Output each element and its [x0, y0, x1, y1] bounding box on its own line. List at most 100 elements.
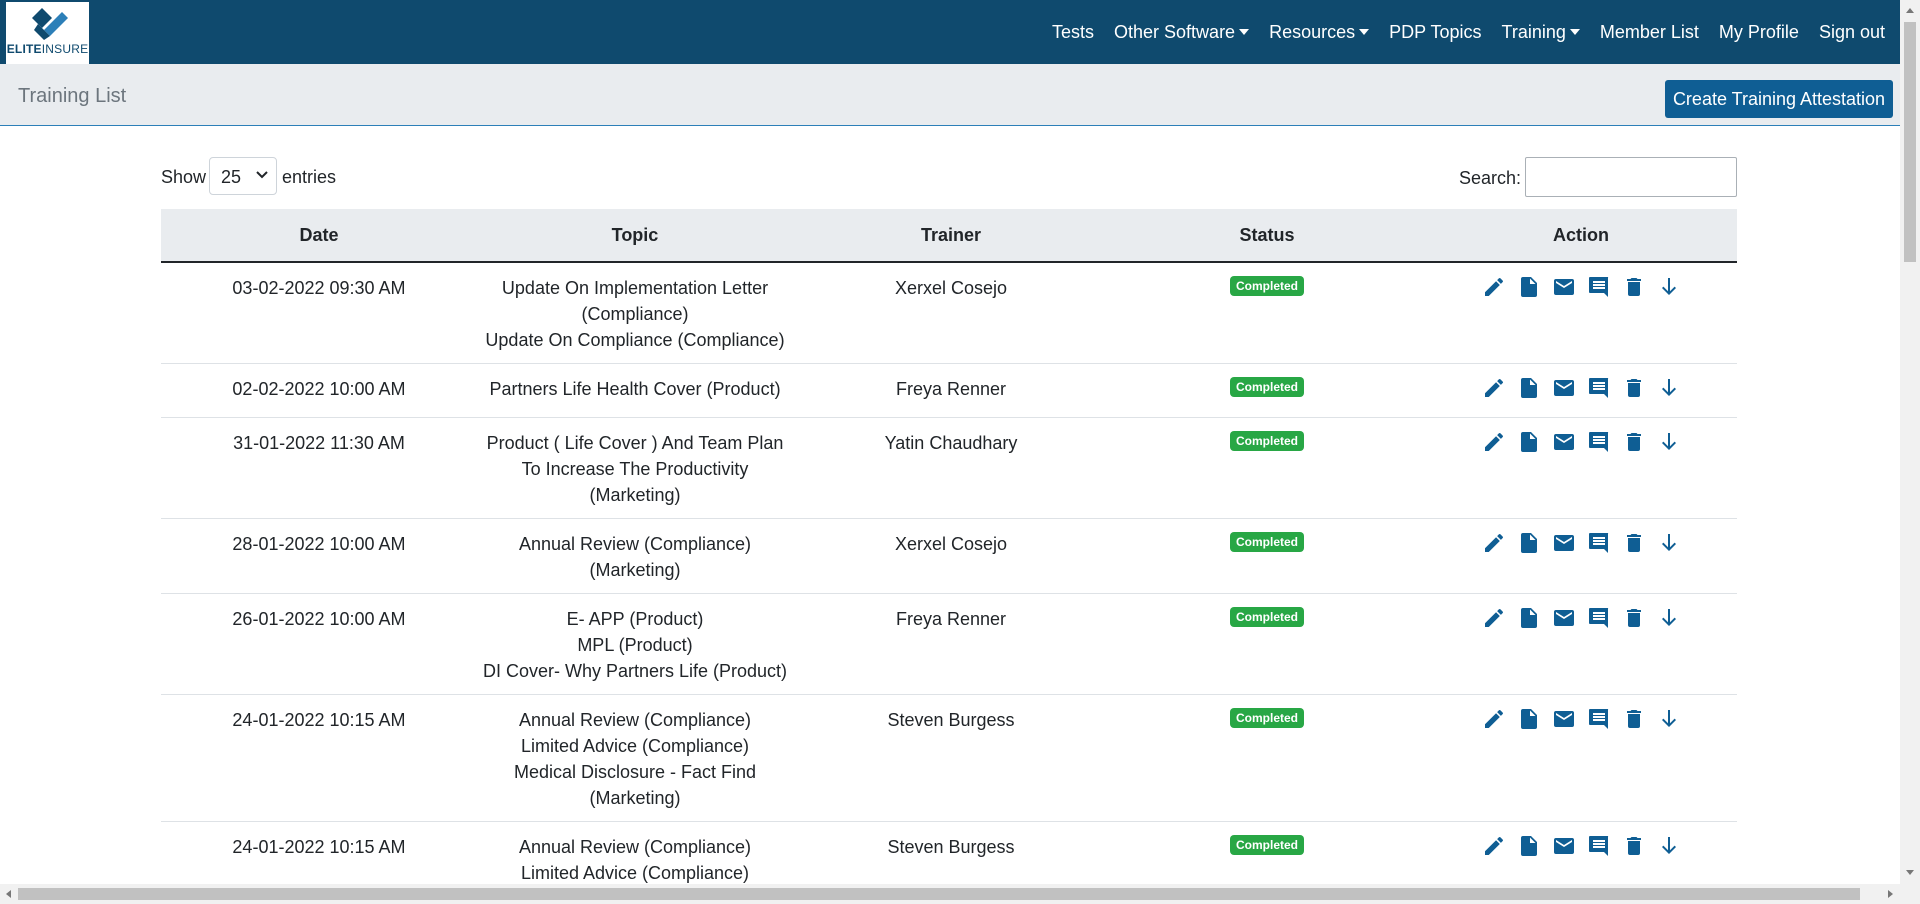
scroll-down-arrow-icon[interactable] [1906, 870, 1914, 875]
vertical-scroll-thumb[interactable] [1904, 22, 1916, 262]
cell-date: 31-01-2022 11:30 AM [161, 417, 477, 519]
edit-icon[interactable] [1482, 707, 1506, 731]
status-badge: Completed [1229, 835, 1304, 855]
edit-icon[interactable] [1482, 531, 1506, 555]
column-header-trainer[interactable]: Trainer [793, 209, 1109, 263]
document-icon[interactable] [1517, 707, 1541, 731]
edit-icon[interactable] [1482, 275, 1506, 299]
nav-item-label: Member List [1599, 21, 1699, 42]
cell-topic: Annual Review (Compliance) Limited Advice… [477, 694, 793, 822]
column-header-topic[interactable]: Topic [477, 209, 793, 263]
download-icon[interactable] [1657, 834, 1681, 858]
topic-line: (Marketing) [589, 485, 681, 505]
table-header-row: Date Topic Trainer Status Action [161, 209, 1737, 263]
edit-icon[interactable] [1482, 376, 1506, 400]
column-header-action: Action [1425, 209, 1737, 263]
email-icon[interactable] [1552, 606, 1576, 630]
nav-item-tests[interactable]: Tests [1052, 22, 1094, 43]
column-header-date[interactable]: Date [161, 209, 477, 263]
document-icon[interactable] [1517, 376, 1541, 400]
scroll-left-arrow-icon[interactable] [6, 890, 11, 898]
topic-line: MPL (Product) [577, 635, 693, 655]
nav-item-member-list[interactable]: Member List [1600, 22, 1699, 43]
topic-line: Limited Advice (Compliance) [520, 863, 750, 883]
delete-icon[interactable] [1622, 376, 1646, 400]
comment-icon[interactable] [1587, 376, 1611, 400]
nav-item-resources[interactable]: Resources [1269, 22, 1370, 43]
nav-menu: Tests Other Software Resources PDP Topics Tr… [1032, 0, 1885, 64]
scroll-right-arrow-icon[interactable] [1888, 890, 1893, 898]
edit-icon[interactable] [1482, 430, 1506, 454]
topic-line: (Compliance) [581, 304, 689, 324]
brand-logo[interactable]: ELITEINSURE [6, 2, 89, 64]
nav-item-my-profile[interactable]: My Profile [1719, 22, 1799, 43]
table-row: 03-02-2022 09:30 AM Update On Implementat… [161, 262, 1737, 364]
nav-item-pdp-topics[interactable]: PDP Topics [1389, 22, 1481, 43]
table-row: 26-01-2022 10:00 AM E- APP (Product) MPL (… [161, 593, 1737, 695]
topic-line: Medical Disclosure - Fact Find [513, 762, 757, 782]
email-icon[interactable] [1552, 430, 1576, 454]
status-badge: Completed [1229, 607, 1304, 627]
status-badge: Completed [1229, 377, 1304, 397]
document-icon[interactable] [1517, 606, 1541, 630]
nav-item-sign-out[interactable]: Sign out [1819, 22, 1885, 43]
delete-icon[interactable] [1622, 531, 1646, 555]
cell-trainer: Xerxel Cosejo [793, 262, 1109, 364]
search-input[interactable] [1525, 157, 1737, 197]
delete-icon[interactable] [1622, 707, 1646, 731]
horizontal-scroll-thumb[interactable] [18, 888, 1860, 900]
email-icon[interactable] [1552, 707, 1576, 731]
document-icon[interactable] [1517, 430, 1541, 454]
nav-item-other-software[interactable]: Other Software [1114, 22, 1250, 43]
create-training-attestation-button[interactable]: Create Training Attestation [1665, 80, 1893, 118]
comment-icon[interactable] [1587, 531, 1611, 555]
email-icon[interactable] [1552, 376, 1576, 400]
download-icon[interactable] [1657, 531, 1681, 555]
cell-actions [1425, 694, 1737, 822]
delete-icon[interactable] [1622, 606, 1646, 630]
column-header-status[interactable]: Status [1109, 209, 1425, 263]
entries-select-value: 25 [221, 167, 242, 187]
cell-topic: Product ( Life Cover ) And Team Plan To I… [477, 417, 793, 519]
email-icon[interactable] [1552, 275, 1576, 299]
row-actions [1482, 376, 1681, 400]
row-actions [1482, 430, 1681, 454]
nav-item-training[interactable]: Training [1502, 22, 1580, 43]
document-icon[interactable] [1517, 275, 1541, 299]
vertical-scrollbar[interactable] [1900, 0, 1920, 904]
cell-date: 24-01-2022 10:15 AM [161, 694, 477, 822]
show-label: Show [161, 167, 207, 187]
email-icon[interactable] [1552, 834, 1576, 858]
document-icon[interactable] [1517, 531, 1541, 555]
download-icon[interactable] [1657, 275, 1681, 299]
download-icon[interactable] [1657, 707, 1681, 731]
cell-trainer: Steven Burgess [793, 694, 1109, 822]
email-icon[interactable] [1552, 531, 1576, 555]
comment-icon[interactable] [1587, 834, 1611, 858]
delete-icon[interactable] [1622, 275, 1646, 299]
entries-label: entries [282, 167, 337, 187]
comment-icon[interactable] [1587, 430, 1611, 454]
edit-icon[interactable] [1482, 834, 1506, 858]
comment-icon[interactable] [1587, 707, 1611, 731]
cell-trainer: Yatin Chaudhary [793, 417, 1109, 519]
document-icon[interactable] [1517, 834, 1541, 858]
comment-icon[interactable] [1587, 606, 1611, 630]
cell-actions [1425, 518, 1737, 594]
download-icon[interactable] [1657, 430, 1681, 454]
status-badge: Completed [1229, 431, 1304, 451]
download-icon[interactable] [1657, 606, 1681, 630]
topic-line: Annual Review (Compliance) [518, 710, 752, 730]
nav-item-label: PDP Topics [1389, 21, 1482, 42]
nav-item-label: My Profile [1718, 21, 1799, 42]
scroll-up-arrow-icon[interactable] [1906, 8, 1914, 13]
download-icon[interactable] [1657, 376, 1681, 400]
horizontal-scrollbar[interactable] [0, 884, 1900, 904]
topic-line: To Increase The Productivity [521, 459, 749, 479]
row-actions [1482, 606, 1681, 630]
entries-select[interactable]: 25 [209, 157, 277, 195]
edit-icon[interactable] [1482, 606, 1506, 630]
delete-icon[interactable] [1622, 834, 1646, 858]
delete-icon[interactable] [1622, 430, 1646, 454]
comment-icon[interactable] [1587, 275, 1611, 299]
